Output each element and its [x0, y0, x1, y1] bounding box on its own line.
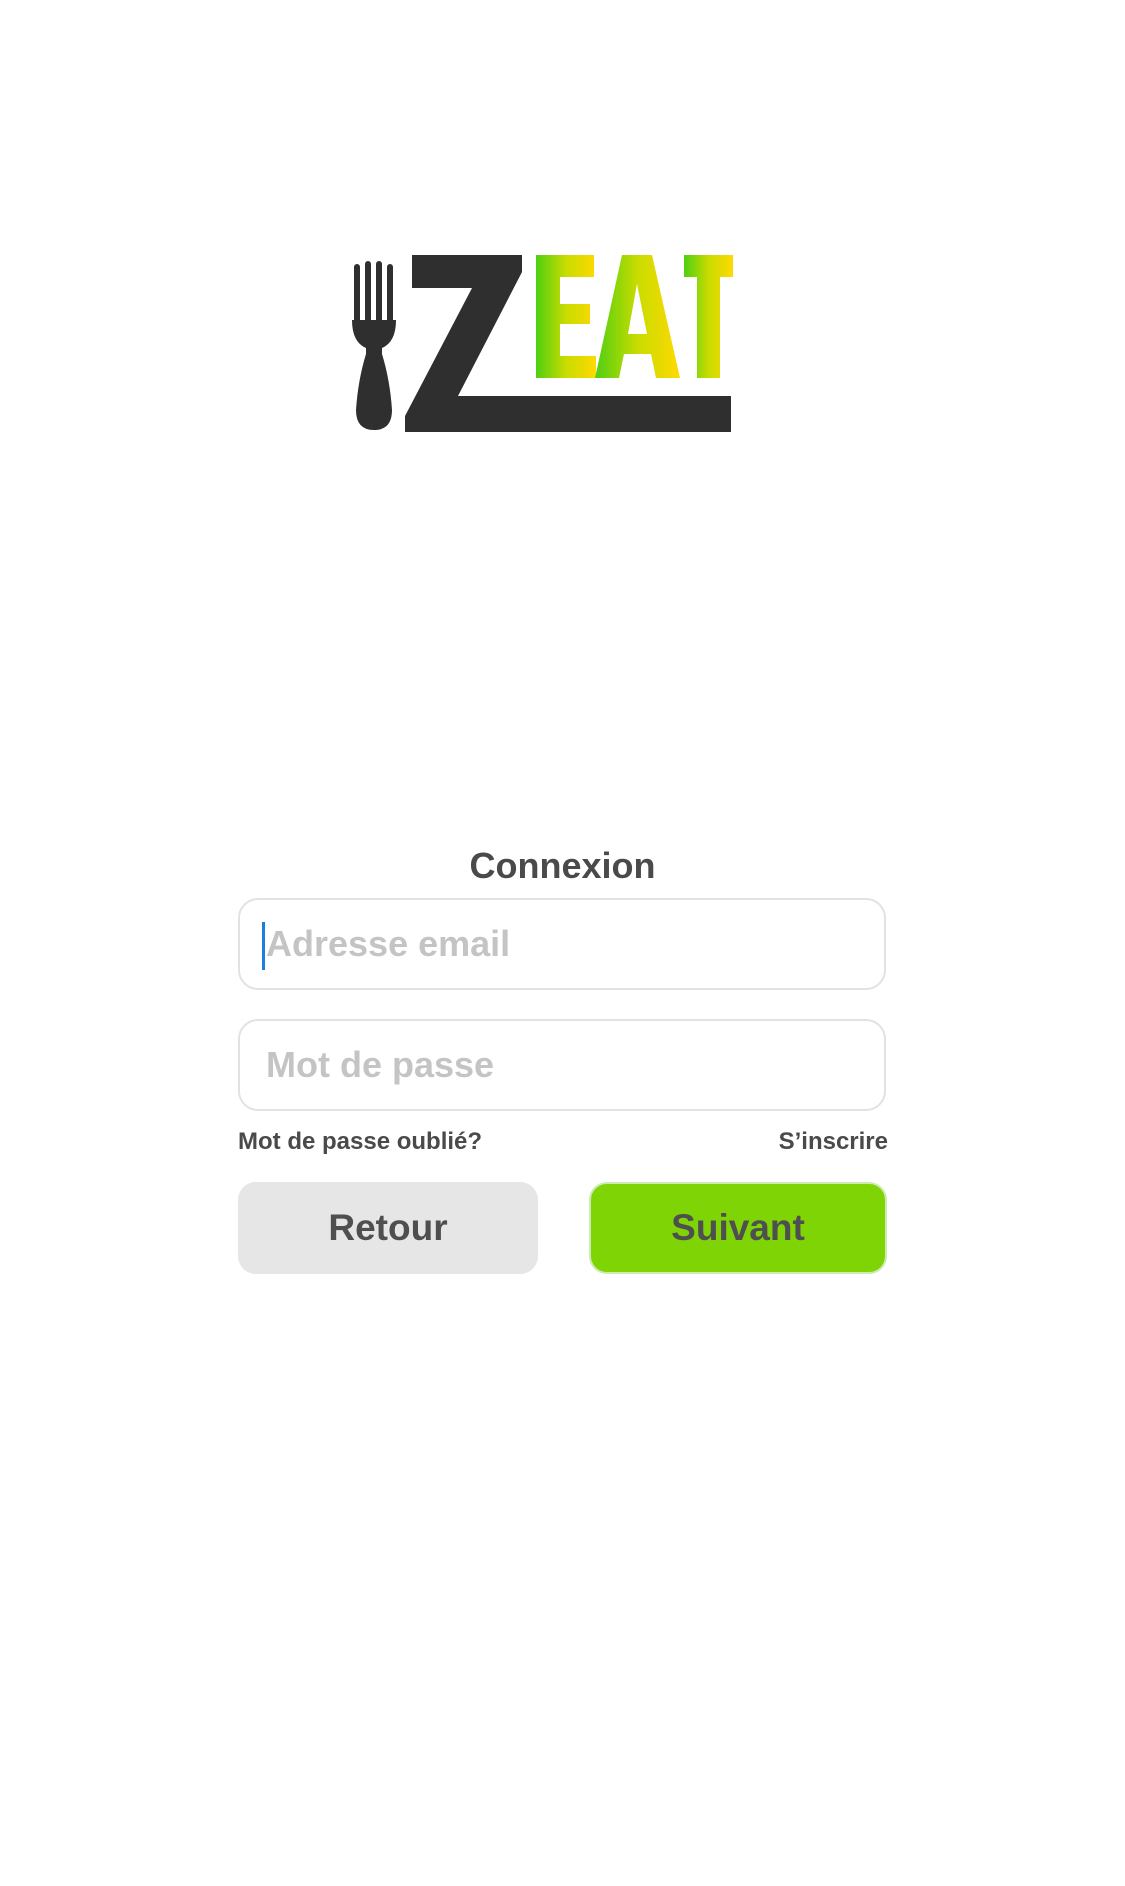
- next-button[interactable]: Suivant: [589, 1182, 887, 1274]
- logo-letter-e: [536, 255, 596, 378]
- password-field[interactable]: [238, 1019, 886, 1111]
- forgot-password-link[interactable]: Mot de passe oublié?: [238, 1127, 482, 1157]
- password-input[interactable]: [258, 1021, 868, 1109]
- text-caret: [262, 922, 265, 970]
- logo-letter-z: [405, 255, 731, 432]
- signup-link[interactable]: S’inscrire: [779, 1127, 888, 1157]
- logo-letter-a: [595, 255, 680, 378]
- email-input[interactable]: [258, 900, 868, 988]
- zeat-logo-graphic: [352, 255, 733, 432]
- logo-letter-t: [684, 255, 733, 378]
- app-logo: [350, 250, 780, 435]
- login-title: Connexion: [469, 845, 656, 886]
- fork-icon: [352, 261, 396, 430]
- email-field[interactable]: [238, 898, 886, 990]
- back-button[interactable]: Retour: [238, 1182, 538, 1274]
